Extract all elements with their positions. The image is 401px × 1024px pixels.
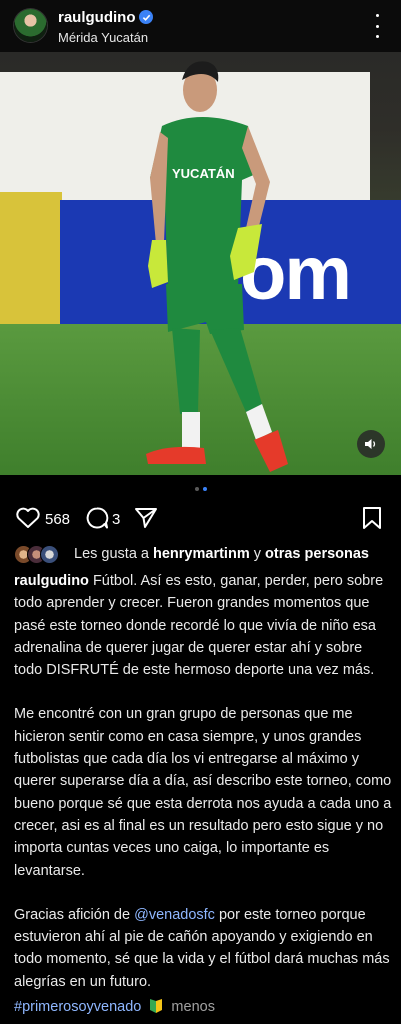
speaker-icon — [365, 439, 376, 449]
hashtag-link[interactable]: #primerosoyvenado — [14, 999, 141, 1015]
caption-paragraph: Me encontré con un gran grupo de persona… — [14, 706, 392, 879]
jersey-text: YUCATÁN — [172, 166, 235, 181]
caption-paragraph: Gracias afición de @venadosfc por este t… — [14, 906, 390, 990]
avatar[interactable] — [14, 9, 47, 42]
comment-count[interactable]: 3 — [112, 511, 120, 528]
share-icon[interactable] — [133, 506, 159, 530]
post-photo[interactable]: om YUCATÁN — [0, 52, 401, 475]
sound-toggle-button[interactable] — [357, 430, 385, 458]
beginner-symbol-icon — [150, 999, 163, 1013]
bookmark-icon[interactable] — [361, 506, 383, 530]
hashtag-row: #primerosoyvenado menos — [14, 998, 215, 1015]
comment-icon[interactable] — [84, 506, 110, 530]
carousel-indicator — [195, 487, 209, 493]
liked-by-row[interactable]: Les gusta a henrymartinm y otras persona… — [14, 544, 394, 566]
like-count[interactable]: 568 — [45, 511, 70, 528]
caption-paragraph: raulgudino Fútbol. Así es esto, ganar, p… — [14, 573, 384, 679]
location-label[interactable]: Mérida Yucatán — [58, 30, 148, 45]
carousel-dot — [195, 487, 199, 491]
username[interactable]: raulgudino — [58, 9, 136, 26]
heart-icon[interactable] — [15, 506, 41, 530]
more-options-icon[interactable] — [367, 14, 387, 38]
post-caption: raulgudino Fútbol. Así es esto, ganar, p… — [14, 570, 394, 1015]
verified-badge-icon — [139, 10, 153, 24]
post-header: raulgudino Mérida Yucatán — [0, 0, 401, 52]
action-bar: 568 3 — [0, 506, 401, 534]
caption-author[interactable]: raulgudino — [14, 573, 89, 589]
liked-by-text: Les gusta a henrymartinm y otras persona… — [74, 546, 369, 562]
liked-by-user[interactable]: henrymartinm — [153, 546, 250, 562]
liked-by-others[interactable]: otras personas — [265, 546, 369, 562]
liker-avatar — [40, 545, 59, 564]
collapse-caption-link[interactable]: menos — [171, 999, 215, 1015]
mention-link[interactable]: @venadosfc — [134, 907, 215, 923]
carousel-dot-active — [203, 487, 207, 491]
goalkeeper-figure: YUCATÁN — [146, 61, 288, 472]
